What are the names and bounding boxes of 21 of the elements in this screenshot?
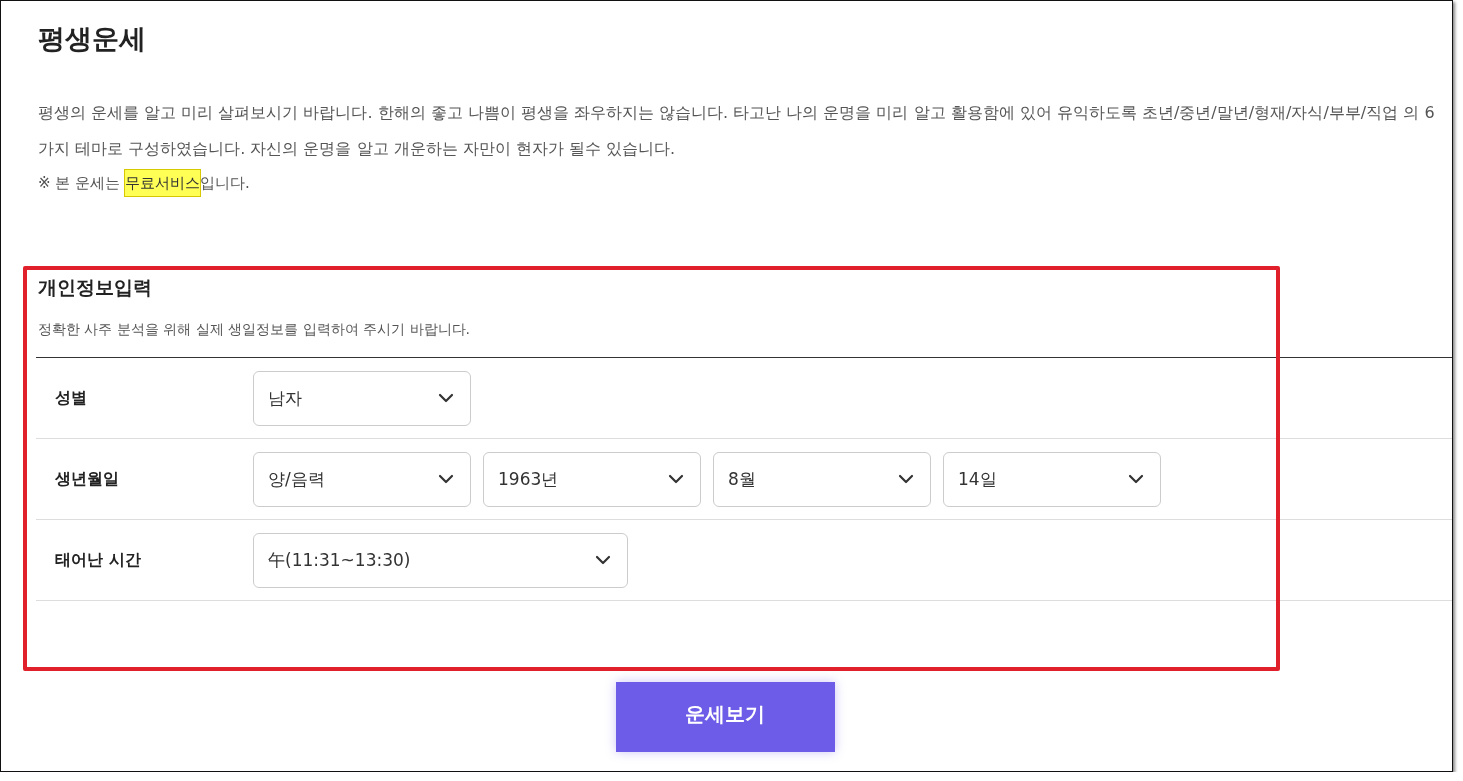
chevron-down-icon (898, 474, 914, 484)
field-label: 생년월일 (54, 468, 120, 490)
field-label: 태어난 시간 (54, 549, 142, 571)
section-title: 개인정보입력 (38, 275, 153, 300)
dropdown-select[interactable]: 1963년 (483, 451, 701, 507)
chevron-down-icon (668, 474, 684, 484)
chevron-down-icon (438, 474, 454, 484)
dropdown-select[interactable]: 午(11:31~13:30) (253, 532, 628, 588)
notice-text: ※ 본 운세는 무료서비스입니다. (38, 169, 1452, 197)
dropdown-select[interactable]: 양/음력 (253, 451, 471, 507)
section-subtitle: 정확한 사주 분석을 위해 실제 생일정보를 입력하여 주시기 바랍니다. (38, 321, 472, 339)
chevron-down-icon (595, 555, 611, 565)
chevron-down-icon (438, 393, 454, 403)
submit-button[interactable]: 운세보기 (615, 682, 835, 752)
page-title: 평생운세 (38, 22, 147, 56)
dropdown-select[interactable]: 14일 (943, 451, 1161, 507)
chevron-down-icon (1128, 474, 1144, 484)
dropdown-select[interactable]: 남자 (253, 370, 471, 426)
description-text: 평생의 운세를 알고 미리 살펴보시기 바랍니다. 한해의 좋고 나쁨이 평생을 좌우하지는 않습니다. 타고난 나의 운명을 미리 알고 활용함에 있어 유익하도록 초년/중년/말년/형재/자식/부부/직업 의 6가지 테마로 구성하였습니다. 자신의 운명을 알고 개운하는 자만이 현자가 될수 있습니다. (38, 102, 1436, 160)
dropdown-select[interactable]: 8월 (713, 451, 931, 507)
field-label: 성별 (54, 387, 88, 409)
